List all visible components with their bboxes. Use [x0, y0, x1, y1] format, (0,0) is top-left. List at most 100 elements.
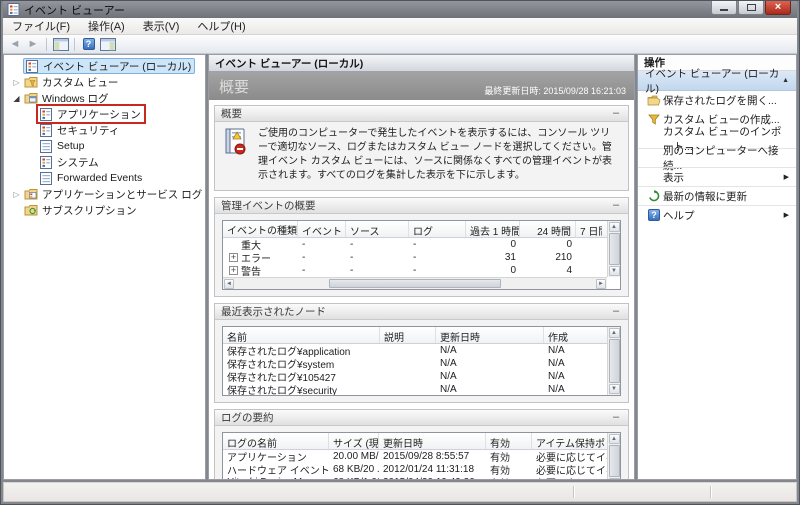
menu-bar: ファイル(F) 操作(A) 表示(V) ヘルプ(H) [3, 18, 797, 35]
vertical-scrollbar[interactable]: ▲ ▼ [607, 221, 620, 277]
forward-icon[interactable]: ► [25, 38, 41, 50]
collapse-section-icon[interactable]: – [610, 412, 622, 423]
show-console-tree-icon[interactable] [52, 37, 69, 52]
column-header[interactable]: 更新日時 [436, 327, 544, 343]
scroll-down-icon[interactable]: ▼ [608, 384, 620, 394]
collapse-section-icon[interactable]: – [610, 108, 622, 119]
collapsed-expander-icon[interactable]: ▷ [10, 190, 23, 199]
close-button[interactable]: × [765, 1, 791, 15]
tree-label: カスタム ビュー [42, 76, 119, 89]
tree-label: Windows ログ [42, 92, 109, 105]
tree-item-subscriptions[interactable]: サブスクリプション [4, 202, 205, 218]
column-header[interactable]: 名前 [223, 327, 380, 343]
column-header[interactable]: アイテム保持ポリシ... [532, 433, 614, 449]
vertical-scrollbar[interactable]: ▲ ▼ [607, 327, 620, 395]
column-header[interactable]: 更新日時 [379, 433, 486, 449]
action-help[interactable]: ? ヘルプ ▶ [638, 205, 796, 224]
table-row[interactable]: Hitachi Device Manager - ... 68 KB/1.00.… [223, 476, 607, 479]
scroll-down-icon[interactable]: ▼ [608, 266, 620, 276]
scrollbar-thumb[interactable] [608, 233, 620, 265]
scrollbar-thumb[interactable] [329, 279, 501, 288]
toolbar-separator [74, 37, 75, 51]
overview-section: 概要 – ご使用のコンピューターで発生したイベントを表示するには、コンソール ツ… [214, 105, 629, 191]
column-header[interactable]: イベント ID [298, 221, 346, 237]
back-icon[interactable]: ◄ [7, 38, 23, 50]
scroll-left-icon[interactable]: ◄ [224, 278, 234, 289]
overview-section-header[interactable]: 概要 – [215, 106, 628, 122]
action-open-saved-log[interactable]: 保存されたログを開く... [638, 91, 796, 110]
action-group-header[interactable]: イベント ビューアー (ローカル) ▲ [638, 68, 796, 95]
vertical-scrollbar[interactable]: ▲ ▼ [607, 433, 620, 479]
admin-events-section-header[interactable]: 管理イベントの概要 – [215, 198, 628, 214]
column-header[interactable]: イベントの種類 [223, 221, 298, 237]
column-header[interactable]: ログ [409, 221, 466, 237]
collapse-section-icon[interactable]: – [610, 306, 622, 317]
expanded-expander-icon[interactable]: ◢ [10, 94, 23, 103]
column-header[interactable]: 過去 1 時間 [466, 221, 520, 237]
tree-item-windows-logs[interactable]: ◢ Windows ログ [4, 90, 205, 106]
maximize-button[interactable] [738, 1, 764, 15]
menu-file[interactable]: ファイル(F) [3, 17, 79, 35]
column-header[interactable]: 7 日間 [576, 221, 602, 237]
node-header: イベント ビューアー (ローカル) [209, 55, 634, 72]
collapse-section-icon[interactable]: – [610, 200, 622, 211]
tree-item-security[interactable]: セキュリティ [4, 122, 205, 138]
column-header[interactable]: ソース [346, 221, 409, 237]
menu-action[interactable]: 操作(A) [79, 17, 134, 35]
column-header[interactable]: 24 時間 [520, 221, 576, 237]
menu-help[interactable]: ヘルプ(H) [188, 17, 254, 35]
question-icon: ? [648, 209, 660, 221]
action-connect-other-computer[interactable]: 別のコンピューターへ接続... [638, 145, 796, 172]
tree-item-setup[interactable]: Setup [4, 138, 205, 154]
tree-item-event-viewer-root[interactable]: イベント ビューアー (ローカル) [4, 58, 205, 74]
column-header[interactable]: ログの名前 [223, 433, 329, 449]
scroll-up-icon[interactable]: ▲ [608, 328, 620, 338]
no-icon [645, 152, 663, 165]
apps-services-folder-icon [24, 188, 39, 201]
column-header[interactable]: 有効 [486, 433, 532, 449]
scrollbar-thumb[interactable] [608, 445, 620, 477]
scroll-right-icon[interactable]: ► [595, 278, 606, 289]
event-viewer-window: イベント ビューアー × ファイル(F) 操作(A) 表示(V) ヘルプ(H) … [0, 0, 800, 505]
action-view[interactable]: 表示 ▶ [638, 167, 796, 186]
log-summary-header-row: ログの名前 サイズ (現... 更新日時 有効 アイテム保持ポリシ... [223, 433, 614, 450]
section-title: 概要 [221, 108, 242, 120]
title-bar[interactable]: イベント ビューアー × [3, 1, 797, 18]
forwarded-events-log-icon [39, 171, 54, 185]
collapsed-expander-icon[interactable]: ▷ [10, 78, 23, 87]
tree-item-application[interactable]: アプリケーション [4, 104, 205, 124]
system-log-icon [39, 155, 54, 169]
scroll-down-icon[interactable]: ▼ [608, 478, 620, 479]
minimize-button[interactable] [711, 1, 737, 15]
scroll-up-icon[interactable]: ▲ [608, 434, 620, 444]
log-summary-table: ログの名前 サイズ (現... 更新日時 有効 アイテム保持ポリシ... アプリ… [222, 432, 621, 479]
tree-item-forwarded-events[interactable]: Forwarded Events [4, 170, 205, 186]
collapse-group-icon[interactable]: ▲ [782, 77, 789, 84]
last-updated-text: 最終更新日時: 2015/09/28 16:21:03 [484, 86, 626, 96]
scroll-up-icon[interactable]: ▲ [608, 222, 620, 232]
help-toolbar-icon[interactable]: ? [80, 37, 97, 52]
tree-label: サブスクリプション [42, 204, 137, 217]
column-header[interactable]: サイズ (現... [329, 433, 379, 449]
menu-view[interactable]: 表示(V) [134, 17, 189, 35]
statusbar-separator [573, 486, 574, 498]
expand-icon[interactable]: + [229, 253, 238, 262]
recent-nodes-section-header[interactable]: 最近表示されたノード – [215, 304, 628, 320]
action-refresh[interactable]: 最新の情報に更新 [638, 186, 796, 205]
tree-item-system[interactable]: システム [4, 154, 205, 170]
table-row[interactable]: + 警告 - - - 0 4 [223, 264, 607, 278]
column-header[interactable]: 説明 [380, 327, 436, 343]
section-title: 管理イベントの概要 [221, 200, 316, 212]
tree-item-apps-services-logs[interactable]: ▷ アプリケーションとサービス ログ [4, 186, 205, 202]
show-action-pane-icon[interactable] [99, 37, 116, 52]
submenu-arrow-icon: ▶ [783, 212, 789, 219]
no-icon [645, 171, 663, 184]
main-area: イベント ビューアー (ローカル) ▷ カスタム ビュー ◢ Windows ロ… [3, 54, 797, 480]
table-row[interactable]: 保存されたログ¥security N/A N/A [223, 383, 607, 395]
horizontal-scrollbar[interactable]: ◄ ► [223, 277, 607, 289]
log-summary-section-header[interactable]: ログの要約 – [215, 410, 628, 426]
expand-icon[interactable]: + [229, 266, 238, 275]
scrollbar-thumb[interactable] [608, 339, 620, 383]
tree-item-custom-views[interactable]: ▷ カスタム ビュー [4, 74, 205, 90]
status-bar [3, 482, 797, 502]
